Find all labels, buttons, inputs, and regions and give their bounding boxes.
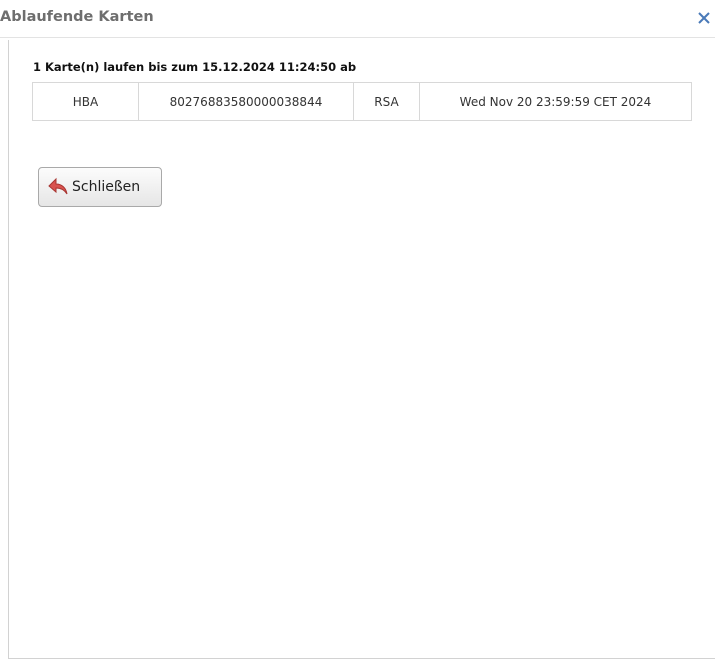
expiry-summary: 1 Karte(n) laufen bis zum 15.12.2024 11:… xyxy=(33,60,357,74)
card-number-cell: 80276883580000038844 xyxy=(138,82,354,121)
dialog-title: Ablaufende Karten xyxy=(0,9,154,25)
undo-arrow-icon xyxy=(47,176,69,198)
algorithm-cell: RSA xyxy=(353,82,420,121)
card-type-cell: HBA xyxy=(32,82,139,121)
close-icon[interactable] xyxy=(697,7,711,27)
table-row: HBA 80276883580000038844 RSA Wed Nov 20 … xyxy=(32,82,692,121)
close-button[interactable]: Schließen xyxy=(38,167,162,207)
expiry-date-cell: Wed Nov 20 23:59:59 CET 2024 xyxy=(419,82,692,121)
cards-table: HBA 80276883580000038844 RSA Wed Nov 20 … xyxy=(32,82,692,121)
expiring-cards-dialog: Ablaufende Karten 1 Karte(n) laufen bis … xyxy=(0,0,715,659)
dialog-content: 1 Karte(n) laufen bis zum 15.12.2024 11:… xyxy=(8,40,715,659)
close-button-label: Schließen xyxy=(72,179,141,195)
dialog-titlebar: Ablaufende Karten xyxy=(0,0,715,38)
